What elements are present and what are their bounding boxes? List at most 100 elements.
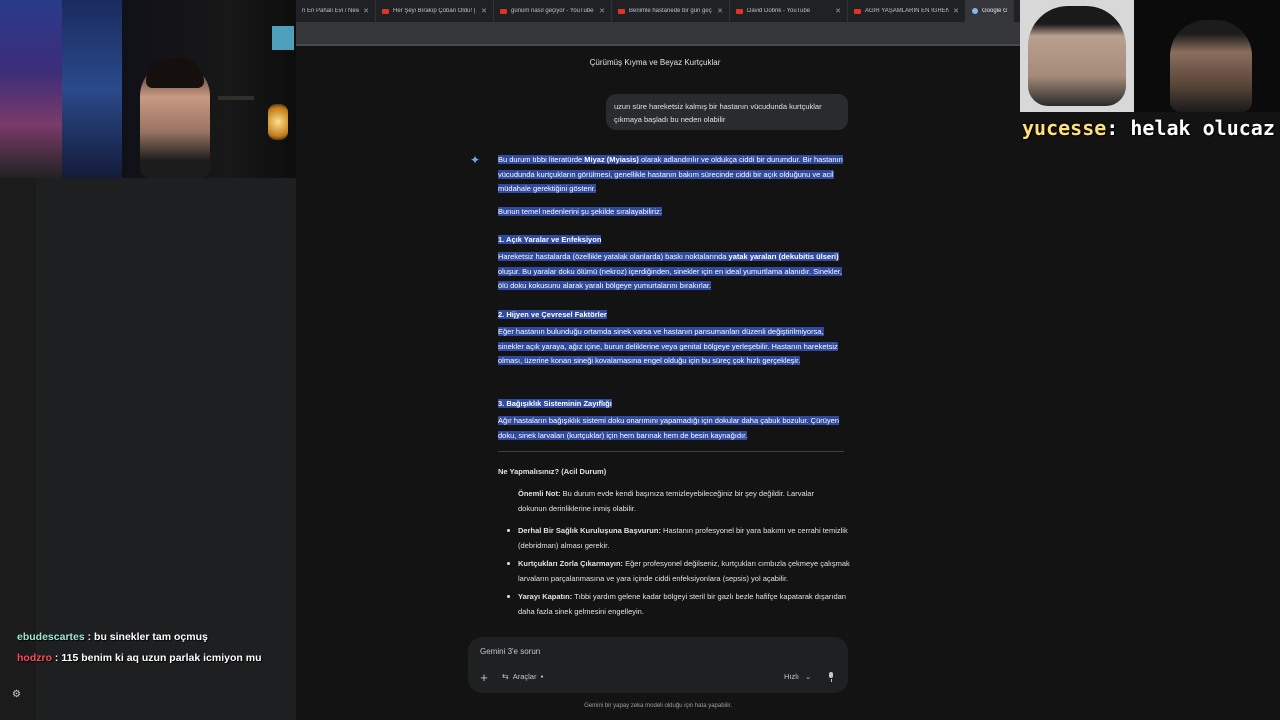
list-item: Derhal Bir Sağlık Kuruluşuna Başvurun: H… [504,524,850,553]
section-1-body: Hareketsiz hastalarda (özellikle yatalak… [498,250,848,294]
stream-chat: ebudescartes : bu sinekler tam oçmuş hod… [17,630,317,672]
section-2-body: Eğer hastanın bulunduğu ortamda sinek va… [498,325,848,369]
tools-button[interactable]: ⇆ Araçlar ● [502,672,544,681]
youtube-icon [382,8,389,14]
note-text: Bu durum evde kendi başınıza temizleyebi… [518,489,814,513]
gemini-sparkle-icon: ✦ [470,153,481,167]
user-message-bubble: uzun süre hareketsiz kalmış bir hastanın… [606,94,848,130]
section-3-title: 3. Bağışıklık Sisteminin Zayıflığı [498,397,848,412]
chat-message: hodzro : 115 benim ki aq uzun parlak icm… [17,652,262,664]
browser-tab[interactable]: günüm nasıl geçiyor - YouTube ✕ [494,0,612,22]
intro-text: Bu durum tıbbi literatürde [498,155,585,164]
response-intro: Bu durum tıbbi literatürde Miyaz (Myiasi… [498,153,848,197]
prompt-input-box[interactable] [468,637,848,693]
address-bar[interactable] [296,22,1020,44]
webcam-caption: yucesse: helak olucaz [1022,116,1275,140]
section-3-heading: 3. Bağışıklık Sisteminin Zayıflığı [498,399,612,408]
chat-username: ebudescartes [17,631,85,643]
new-dot-icon: ● [540,673,544,680]
gear-icon[interactable]: ⚙ [12,689,21,700]
disclaimer: Gemini bir yapay zeka modeli olduğu için… [584,703,732,709]
browser-tab-bar: n En Pahalı Evi / New Y✕ Her Şeyi Bırakı… [296,0,1020,22]
close-icon[interactable]: ✕ [599,7,605,15]
bullet-icon [507,562,510,566]
tab-title: Benimle hastanede bir gün geç [629,8,712,14]
gemini-icon [972,8,978,14]
streamer-hair [146,58,204,88]
bullet-bold: Kurtçukları Zorla Çıkarmayın: [518,559,624,569]
tab-title: n En Pahalı Evi / New Y [302,8,360,14]
tools-icon: ⇆ [502,672,509,681]
chat-text: bu sinekler tam oçmuş [94,631,208,643]
action-list: Derhal Bir Sağlık Kuruluşuna Başvurun: H… [504,524,850,624]
bullet-bold: Derhal Bir Sağlık Kuruluşuna Başvurun: [518,526,661,535]
wall-poster-2 [62,0,122,178]
section-3-body: Ağır hastaların bağışıklık sistemi doku … [498,414,848,443]
close-icon[interactable]: ✕ [481,7,487,15]
bullet-bold: Yarayı Kapatın: [518,592,573,602]
guest-face-1 [1028,6,1126,106]
s1-text: oluşur. Bu yaralar doku ölümü (nekroz) i… [498,266,842,291]
chat-title: Çürümüş Kıyma ve Beyaz Kurtçuklar [589,58,721,67]
list-item: Kurtçukları Zorla Çıkarmayın: Eğer profe… [504,557,850,586]
shelf [218,96,254,100]
reasons-intro: Bunun temel nedenlerini şu şekilde sıral… [498,205,848,220]
tools-label: Araçlar [512,672,537,681]
youtube-icon [736,8,743,14]
section-1-title: 1. Açık Yaralar ve Enfeksiyon [498,233,848,248]
prompt-input[interactable]: Gemini 3'e sorun [480,647,540,656]
intro-bold: Miyaz (Myiasis) [584,155,639,164]
youtube-icon [618,8,625,14]
todo-heading: Ne Yapmalısınız? (Acil Durum) [498,467,607,476]
section-1-heading: 1. Açık Yaralar ve Enfeksiyon [498,235,602,244]
s1-bold: yatak yaraları (dekubitis ülseri) [728,252,839,261]
add-button[interactable]: + [478,671,490,685]
guest-webcam [1020,0,1280,112]
blue-figure [272,26,294,50]
model-label: Hızlı [784,672,799,681]
divider [498,451,844,452]
tab-title: Google Gem [982,8,1007,14]
close-icon[interactable]: ✕ [953,7,959,15]
s3-text: Ağır hastaların bağışıklık sistemi doku … [498,416,840,440]
chat-username: hodzro [17,652,52,664]
mic-icon[interactable] [827,671,835,683]
close-icon[interactable]: ✕ [363,7,369,15]
guest-face-2 [1170,20,1252,112]
tab-title: günüm nasıl geçiyor - YouTube [511,8,594,14]
note-bold: Önemli Not: [518,489,561,498]
important-note: Önemli Not: Bu durum evde kendi başınıza… [518,487,838,516]
browser-tab[interactable]: AĞIR YAŞAMLARIN EN İĞRENÇ ✕ [848,0,966,22]
plus-icon: + [480,670,488,685]
close-icon[interactable]: ✕ [835,7,841,15]
browser-tab-active[interactable]: Google Gem [966,0,1014,22]
reasons-intro-text: Bunun temel nedenlerini şu şekilde sıral… [498,207,662,216]
model-selector[interactable]: Hızlı ⌄ [784,672,811,681]
tab-title: David Dobrik - YouTube [747,8,811,14]
bullet-icon [507,595,510,599]
browser-tab[interactable]: David Dobrik - YouTube ✕ [730,0,848,22]
youtube-icon [854,8,861,14]
bullet-icon [507,529,510,532]
list-item: Yarayı Kapatın: Tıbbi yardım gelene kada… [504,590,850,619]
todo-title: Ne Yapmalısınız? (Acil Durum) [498,465,848,480]
lamp-light [268,104,288,140]
caption-user: yucesse [1022,116,1107,140]
streamer-webcam [0,0,296,178]
close-icon[interactable]: ✕ [717,7,723,15]
youtube-icon [500,8,507,14]
chat-text: 115 benim ki aq uzun parlak icmiyon mu [61,652,262,664]
section-2-title: 2. Hijyen ve Çevresel Faktörler [498,308,848,323]
wall-poster [0,0,62,178]
browser-tab[interactable]: Her Şeyi Bırakıp Çoban Oldu! | ✕ [376,0,494,22]
s1-text: Hareketsiz hastalarda (özellikle yatalak… [498,252,729,261]
chevron-down-icon: ⌄ [805,672,812,681]
tab-title: Her Şeyi Bırakıp Çoban Oldu! | [393,8,476,14]
tab-title: AĞIR YAŞAMLARIN EN İĞRENÇ [865,8,950,14]
browser-tab[interactable]: n En Pahalı Evi / New Y✕ [296,0,376,22]
browser-tab[interactable]: Benimle hastanede bir gün geç ✕ [612,0,730,22]
caption-text: : helak olucaz [1106,116,1275,140]
s2-text: Eğer hastanın bulunduğu ortamda sinek va… [498,327,838,366]
section-2-heading: 2. Hijyen ve Çevresel Faktörler [498,310,607,319]
chat-message: ebudescartes : bu sinekler tam oçmuş [17,631,208,643]
